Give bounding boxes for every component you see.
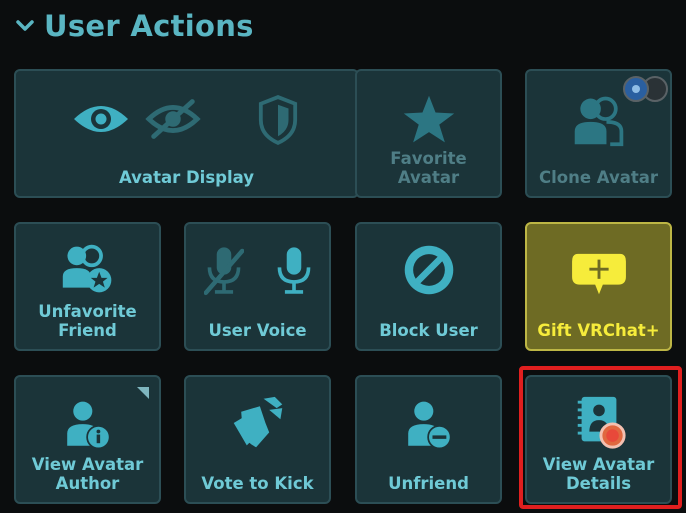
shield-icon	[258, 95, 298, 145]
clone-avatar-button[interactable]: Clone Avatar	[525, 69, 672, 198]
view-avatar-author-button[interactable]: View Avatar Author	[14, 375, 161, 504]
unfriend-button[interactable]: Unfriend	[355, 375, 502, 504]
unfavorite-friend-label: Unfavorite Friend	[38, 302, 137, 340]
eye-icon	[74, 106, 128, 132]
selection-highlight	[519, 366, 682, 509]
clone-avatar-label: Clone Avatar	[538, 168, 658, 187]
avatar-display-label: Avatar Display	[119, 168, 254, 187]
user-info-icon	[66, 401, 111, 450]
avatar-badge-icon	[623, 76, 668, 102]
mic-icon	[277, 247, 311, 294]
gift-vrchat-plus-button[interactable]: Gift VRChat+	[525, 222, 672, 351]
avatar-display-button[interactable]: Avatar Display	[14, 69, 359, 198]
gift-plus-icon	[571, 253, 626, 295]
unfavorite-friend-button[interactable]: Unfavorite Friend	[14, 222, 161, 351]
favorite-avatar-button[interactable]: Favorite Avatar	[355, 69, 502, 198]
user-voice-label: User Voice	[208, 321, 307, 340]
user-voice-button[interactable]: User Voice	[184, 222, 331, 351]
block-user-label: Block User	[379, 321, 478, 340]
favorite-avatar-label: Favorite Avatar	[390, 149, 467, 187]
mic-muted-icon	[204, 247, 244, 296]
star-icon	[403, 95, 454, 143]
vote-to-kick-label: Vote to Kick	[201, 474, 314, 493]
section-header[interactable]: User Actions	[14, 6, 254, 46]
boot-icon	[233, 396, 282, 448]
unfriend-label: Unfriend	[388, 474, 469, 493]
corner-indicator	[137, 387, 149, 399]
gift-vrchat-plus-label: Gift VRChat+	[537, 321, 660, 340]
chevron-down-icon[interactable]	[14, 15, 36, 37]
section-title: User Actions	[44, 9, 254, 43]
vote-to-kick-button[interactable]: Vote to Kick	[184, 375, 331, 504]
view-avatar-author-label: View Avatar Author	[31, 455, 144, 493]
users-icon	[574, 96, 623, 147]
eye-slash-icon	[145, 99, 201, 139]
block-user-button[interactable]: Block User	[355, 222, 502, 351]
friend-star-icon	[62, 244, 111, 293]
block-icon	[404, 245, 453, 295]
user-minus-icon	[407, 401, 452, 450]
